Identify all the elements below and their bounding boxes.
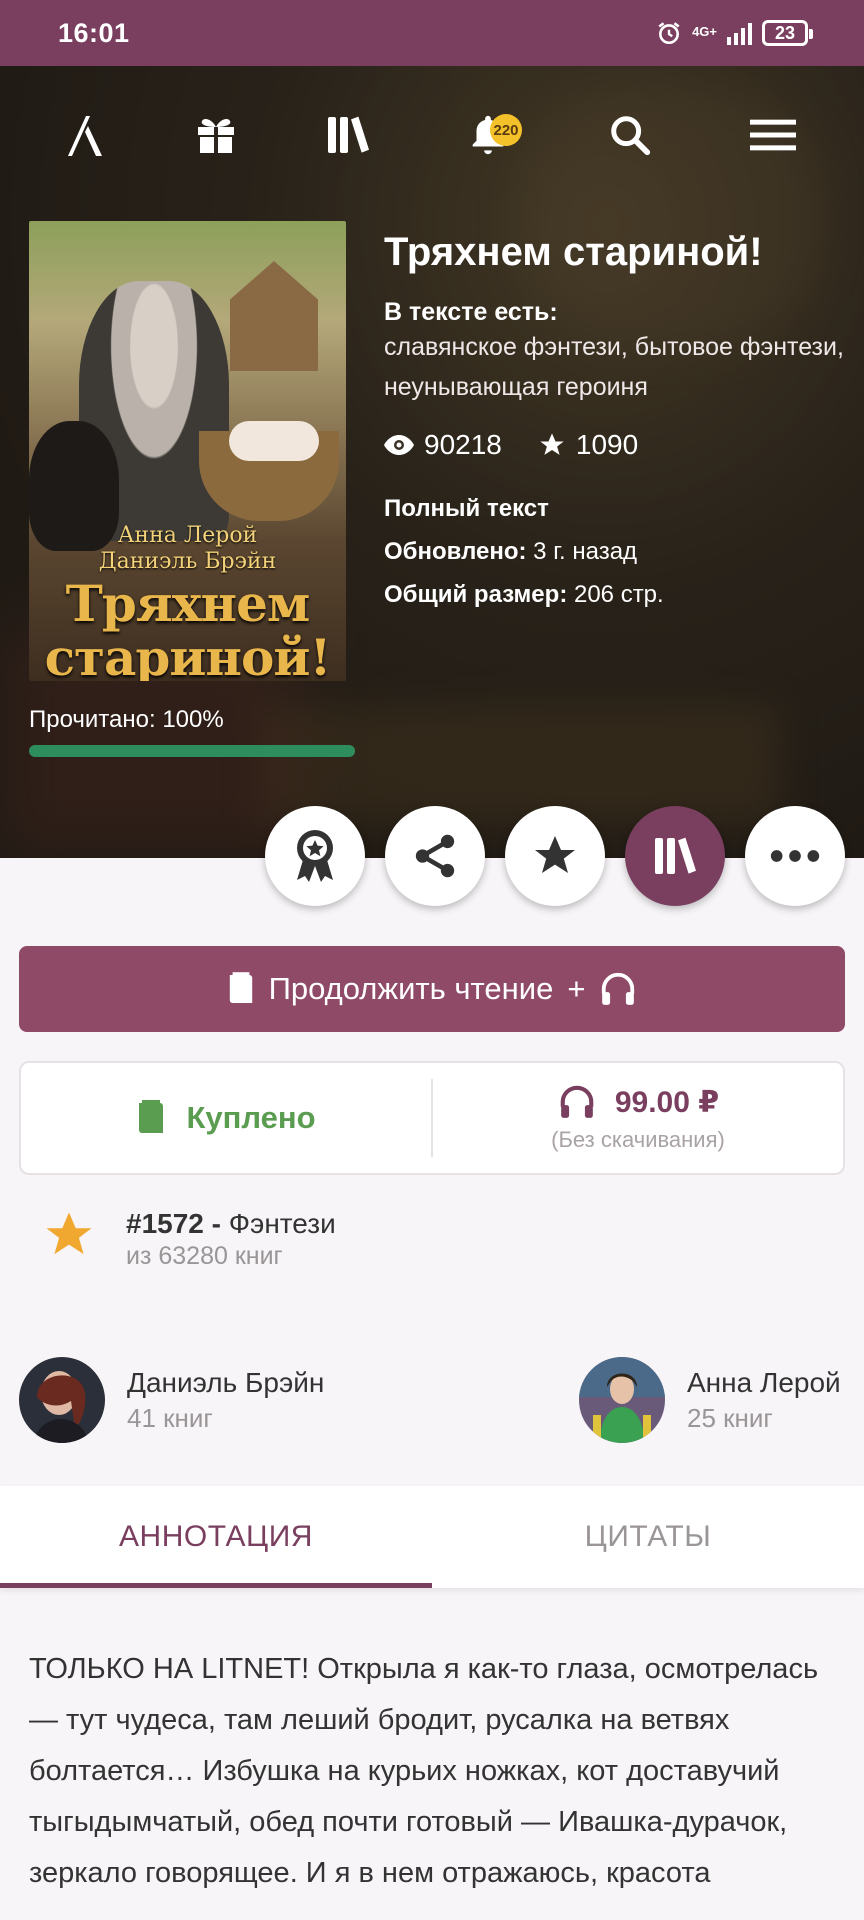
size-label: Общий размер: — [384, 581, 568, 608]
award-button[interactable] — [265, 806, 365, 906]
library-icon[interactable] — [318, 100, 378, 170]
book-icon — [139, 1100, 164, 1133]
updated-value: 3 г. назад — [526, 538, 638, 565]
genre-rating[interactable]: #1572 - Фэнтези из 63280 книг — [42, 1208, 336, 1272]
read-progress-bar — [29, 745, 355, 757]
author-name: Анна Лерой — [687, 1367, 841, 1398]
audio-price: 99.00 ₽ — [614, 1085, 720, 1119]
status-icons: 4G+ 23 — [656, 20, 813, 46]
status-time: 16:01 — [58, 17, 130, 48]
menu-icon[interactable] — [743, 100, 803, 170]
author-daniel-brain[interactable]: Даниэль Брэйн 41 книг — [19, 1357, 324, 1443]
price-note: (Без скачивания) — [551, 1127, 725, 1152]
library-icon — [655, 837, 696, 874]
rank-genre: Фэнтези — [220, 1208, 336, 1239]
continue-reading-button[interactable]: Продолжить чтение + — [19, 946, 845, 1032]
views-count: 90218 — [424, 429, 502, 460]
book-icon — [229, 972, 252, 1003]
search-icon[interactable] — [600, 100, 660, 170]
content-tabs: АННОТАЦИЯ ЦИТАТЫ — [0, 1486, 864, 1588]
litnet-logo-icon[interactable] — [55, 100, 115, 170]
headphones-icon — [560, 1085, 594, 1118]
author-books-count: 41 книг — [127, 1403, 213, 1433]
cover-title: Тряхнем стариной! — [44, 574, 332, 682]
eye-icon — [384, 435, 414, 455]
star-icon — [540, 433, 564, 455]
cover-authors: Анна Лерой Даниэль Брэйн — [98, 523, 277, 574]
read-progress-label: Прочитано: 100% — [29, 706, 224, 733]
add-to-library-button[interactable] — [625, 806, 725, 906]
book-title: Тряхнем стариной! — [384, 230, 763, 274]
continue-plus: + — [567, 971, 586, 1006]
notifications-badge: 220 — [490, 114, 522, 146]
avatar — [19, 1357, 105, 1443]
tags-heading: В тексте есть: — [384, 298, 558, 326]
rank-number: #1572 - — [126, 1208, 221, 1239]
continue-reading-label: Продолжить чтение — [268, 971, 554, 1006]
star-icon — [46, 1212, 92, 1255]
more-icon — [770, 850, 820, 862]
book-info: Тряхнем стариной! В тексте есть: славянс… — [384, 228, 844, 616]
book-status: Полный текст — [384, 495, 549, 522]
book-stats: 90218 1090 — [384, 429, 844, 461]
signal-icon — [727, 21, 752, 45]
rank-total: из 63280 книг — [126, 1242, 283, 1270]
network-type: 4G+ — [692, 24, 717, 39]
book-meta: Полный текст Обновлено: 3 г. назад Общий… — [384, 487, 844, 616]
headphones-icon — [602, 972, 635, 1005]
author-anna-leroy[interactable]: Анна Лерой 25 книг — [579, 1357, 841, 1443]
annotation-text: ТОЛЬКО НА LITNET! Открыла я как-то глаза… — [29, 1653, 819, 1889]
rate-button[interactable] — [505, 806, 605, 906]
battery-icon: 23 — [762, 20, 813, 46]
author-name: Даниэль Брэйн — [127, 1367, 325, 1398]
tab-annotation[interactable]: АННОТАЦИЯ — [0, 1486, 432, 1588]
share-icon — [415, 834, 455, 878]
share-button[interactable] — [385, 806, 485, 906]
star-icon — [535, 836, 575, 873]
book-cover[interactable]: Анна Лерой Даниэль Брэйн Тряхнем старино… — [29, 221, 346, 681]
tab-quotes[interactable]: ЦИТАТЫ — [432, 1486, 864, 1588]
book-actions — [0, 806, 864, 906]
updated-label: Обновлено: — [384, 538, 527, 565]
gift-icon[interactable] — [186, 100, 246, 170]
award-icon — [297, 830, 333, 882]
bought-label: Куплено — [186, 1100, 316, 1135]
author-books-count: 25 книг — [687, 1403, 773, 1433]
size-value: 206 стр. — [567, 581, 664, 608]
top-navigation: 220 — [0, 100, 864, 170]
battery-level: 23 — [774, 22, 796, 43]
bought-status: Куплено — [21, 1063, 431, 1173]
buy-audio-button[interactable]: 99.00 ₽ (Без скачивания) — [433, 1063, 843, 1173]
book-tags[interactable]: славянское фэнтези, бытовое фэнтези, неу… — [384, 327, 844, 407]
more-button[interactable] — [745, 806, 845, 906]
status-bar: 16:01 4G+ 23 — [0, 0, 864, 66]
avatar — [579, 1357, 665, 1443]
stars-count: 1090 — [575, 429, 639, 460]
alarm-icon — [658, 22, 680, 45]
purchase-options: Куплено 99.00 ₽ (Без скачивания) — [19, 1061, 845, 1175]
read-progress-fill — [29, 745, 355, 757]
notifications-button[interactable]: 220 — [458, 100, 522, 170]
